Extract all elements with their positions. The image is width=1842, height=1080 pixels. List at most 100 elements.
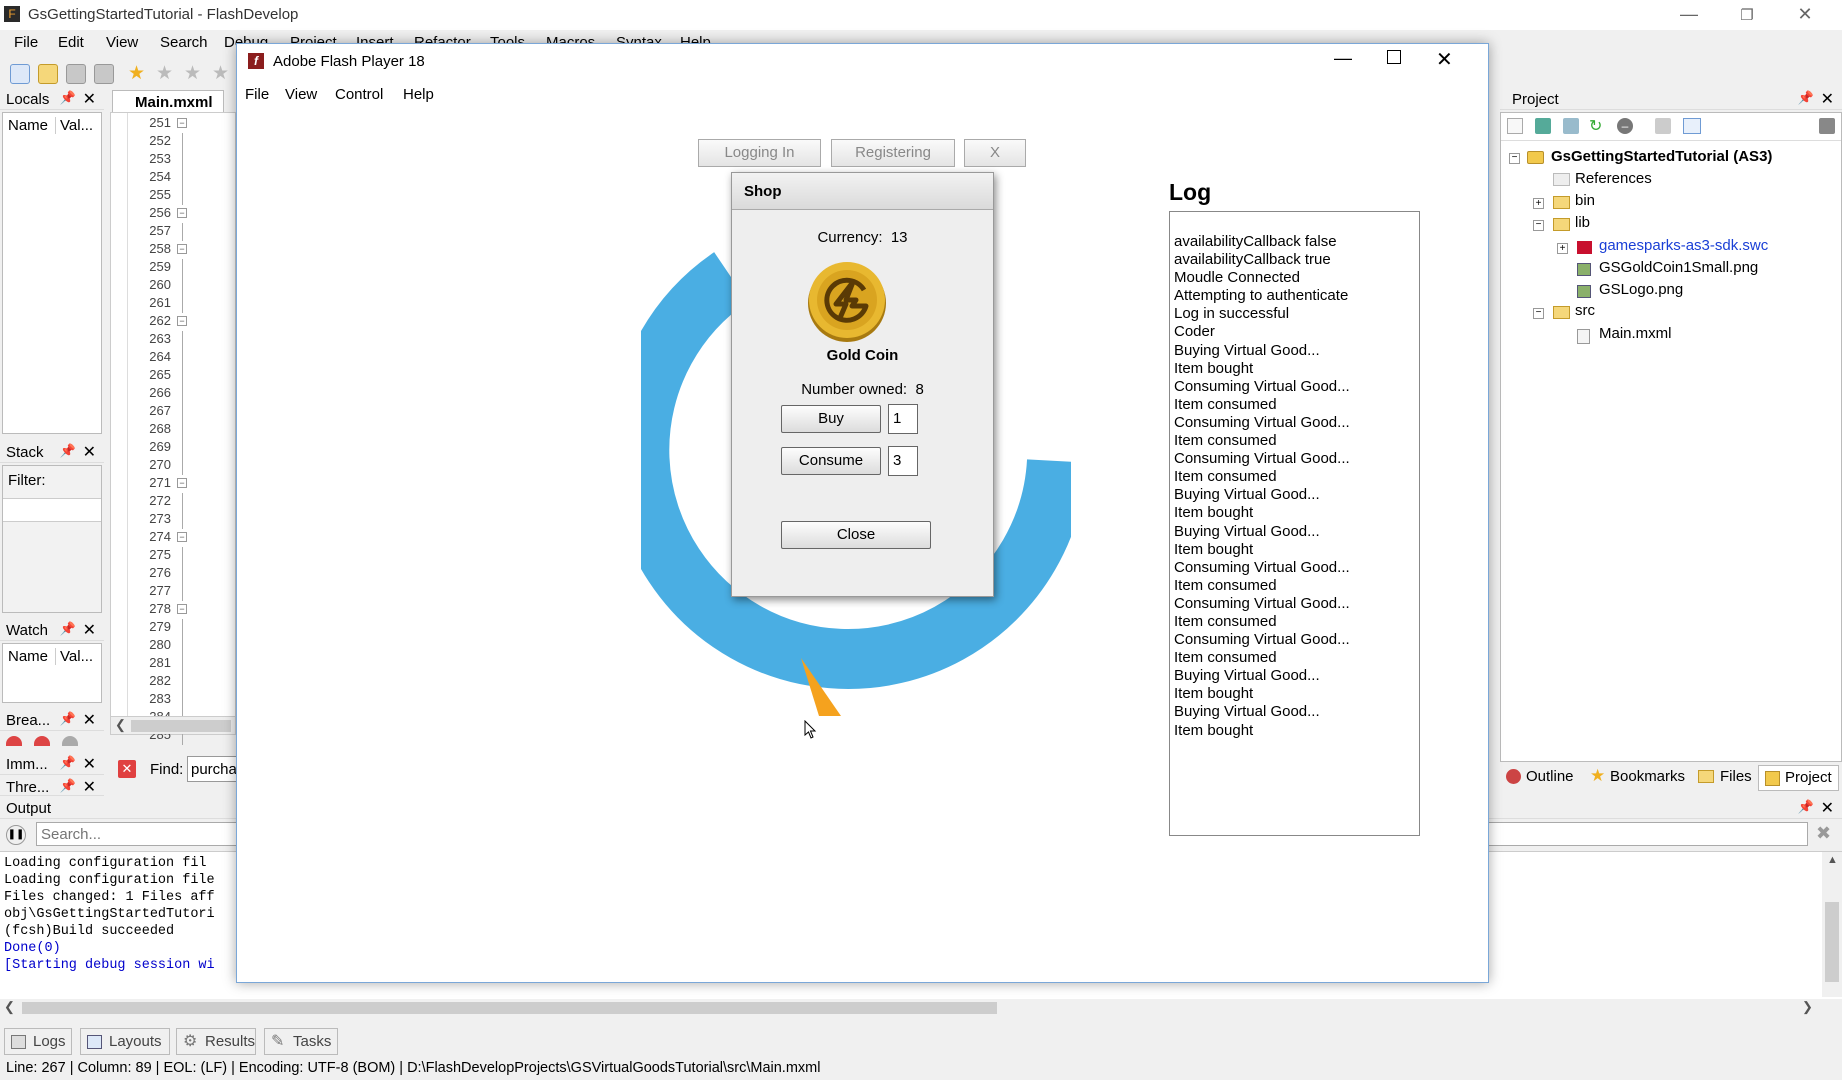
collapse-icon[interactable] [1655,118,1671,134]
flash-menu-view[interactable]: View [285,86,317,103]
close-panel-icon[interactable]: ✕ [83,754,96,774]
project-root-label[interactable]: GsGettingStartedTutorial (AS3) [1551,148,1772,165]
watch-col-value[interactable]: Val... [55,648,93,665]
fold-toggle-icon[interactable]: − [177,118,187,128]
tab-outline[interactable]: Outline [1506,768,1574,785]
minimize-icon[interactable]: — [1674,4,1704,25]
find-input[interactable]: purchas [187,756,237,782]
tab-tasks[interactable]: ✎ Tasks [264,1028,338,1055]
registering-button[interactable]: Registering [831,139,955,167]
tree-item-lib[interactable]: lib [1575,214,1590,231]
tree-item-gslogo[interactable]: GSLogo.png [1599,281,1683,298]
buy-quantity-input[interactable]: 1 [888,404,918,434]
clear-search-icon[interactable]: ✖ [1816,823,1831,844]
menu-file[interactable]: File [14,34,38,51]
save-all-icon[interactable] [94,64,114,84]
locals-col-name[interactable]: Name [8,117,48,134]
close-panel-icon[interactable]: ✕ [83,89,96,109]
tab-project[interactable]: Project [1758,765,1839,791]
fold-toggle-icon[interactable]: − [177,316,187,326]
breakpoint-toggle-icon[interactable] [62,736,78,746]
log-textarea[interactable]: availabilityCallback false availabilityCa… [1169,211,1420,836]
expand-swc-icon[interactable]: + [1557,243,1568,254]
code-editor[interactable]: 251−252 253 254 255 256−257 258−259 260 261 262−… [110,112,236,745]
tab-results[interactable]: ⚙ Results [176,1028,256,1055]
close-panel-icon[interactable]: ✕ [1821,89,1834,109]
expand-bin-icon[interactable]: + [1533,198,1544,209]
breakpoints-panel-header[interactable]: Brea... 📌 ✕ [0,709,104,731]
scroll-left-icon[interactable]: ❮ [115,717,126,733]
collapse-root-icon[interactable]: − [1509,153,1520,164]
fold-toggle-icon[interactable]: − [177,244,187,254]
pin-icon[interactable]: 📌 [60,711,76,727]
close-icon[interactable]: ✕ [1790,4,1820,25]
scroll-right-icon[interactable]: ❯ [1802,999,1813,1015]
pin-icon[interactable]: 📌 [60,778,76,794]
new-file-icon[interactable] [10,64,30,84]
tree-item-swc[interactable]: gamesparks-as3-sdk.swc [1599,237,1768,254]
flash-menu-help[interactable]: Help [403,86,434,103]
locals-col-value[interactable]: Val... [55,117,93,134]
settings-icon[interactable] [1819,118,1835,134]
pin-icon[interactable]: 📌 [60,90,76,106]
tree-item-bin[interactable]: bin [1575,192,1595,209]
editor-hscrollbar[interactable]: ❮ [111,716,235,734]
close-button[interactable]: Close [781,521,931,549]
close-panel-icon[interactable]: ✕ [83,710,96,730]
close-find-icon[interactable]: ✕ [118,760,136,778]
pin-icon[interactable]: 📌 [60,621,76,637]
output-vscrollbar[interactable]: ▲ [1822,852,1842,997]
immediate-panel-header[interactable]: Imm... 📌 ✕ [0,753,104,775]
collapse-src-icon[interactable]: − [1533,308,1544,319]
fold-toggle-icon[interactable]: − [177,532,187,542]
output-hscrollbar[interactable]: ❮ ❯ [0,999,1842,1017]
close-panel-icon[interactable]: ✕ [1821,798,1834,818]
pin-icon[interactable]: 📌 [1798,90,1814,106]
threads-panel-header[interactable]: Thre... 📌 ✕ [0,776,104,796]
watch-col-name[interactable]: Name [8,648,48,665]
logging-in-button[interactable]: Logging In [698,139,821,167]
properties-icon[interactable] [1563,118,1579,134]
close-icon[interactable]: ✕ [1436,47,1453,72]
restore-icon[interactable]: ❐ [1732,6,1762,24]
bookmark-next-icon[interactable]: ★ [184,64,204,84]
menu-view[interactable]: View [106,34,138,51]
pin-icon[interactable]: 📌 [60,443,76,459]
close-panel-icon[interactable]: ✕ [83,620,96,640]
scroll-left-icon[interactable]: ❮ [4,999,15,1015]
breakpoint-icon[interactable] [6,736,22,746]
scroll-thumb[interactable] [1825,902,1839,982]
tab-files[interactable]: Files [1698,768,1752,785]
add-icon[interactable] [1535,118,1551,134]
open-folder-icon[interactable] [38,64,58,84]
bookmark-clear-icon[interactable]: ★ [212,64,232,84]
editor-tab-main[interactable]: Main.mxml [112,90,224,112]
x-button[interactable]: X [964,139,1026,167]
stack-filter-input[interactable] [3,498,101,522]
pin-icon[interactable]: 📌 [60,755,76,771]
scroll-thumb[interactable] [131,720,231,732]
view-icon[interactable] [1683,118,1701,134]
fold-toggle-icon[interactable]: − [177,478,187,488]
tree-item-src[interactable]: src [1575,302,1595,319]
tab-bookmarks[interactable]: ★ Bookmarks [1590,766,1685,785]
buy-button[interactable]: Buy [781,405,881,433]
breakpoint-remove-icon[interactable] [34,736,50,746]
maximize-icon[interactable] [1387,50,1401,64]
minimize-icon[interactable]: — [1334,48,1352,69]
collapse-lib-icon[interactable]: − [1533,220,1544,231]
scroll-thumb[interactable] [22,1002,997,1014]
menu-search[interactable]: Search [160,34,208,51]
tree-item-main-mxml[interactable]: Main.mxml [1599,325,1672,342]
save-icon[interactable] [66,64,86,84]
refresh-icon[interactable]: ↻ [1589,116,1602,136]
bookmark-prev-icon[interactable]: ★ [156,64,176,84]
tree-item-references[interactable]: References [1575,170,1652,187]
consume-quantity-input[interactable]: 3 [888,446,918,476]
flash-menu-file[interactable]: File [245,86,269,103]
menu-edit[interactable]: Edit [58,34,84,51]
scroll-up-icon[interactable]: ▲ [1827,854,1838,866]
new-item-icon[interactable] [1507,118,1523,134]
pin-icon[interactable]: 📌 [1798,799,1814,815]
close-panel-icon[interactable]: ✕ [83,777,96,795]
